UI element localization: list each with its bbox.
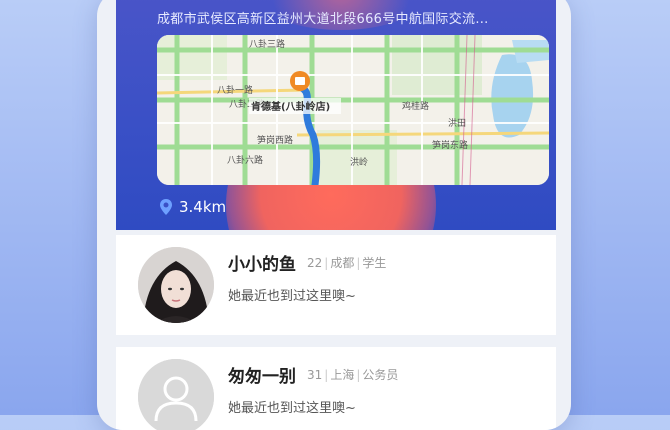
user-card[interactable]: 小小的鱼 22 | 成都 | 学生 她最近也到过这里噢~ bbox=[116, 235, 556, 335]
map-label: 洪田 bbox=[448, 117, 466, 129]
default-avatar-icon bbox=[138, 359, 214, 430]
location-pin-icon bbox=[160, 199, 172, 215]
map-canvas: 八卦三路 八卦一路 八卦二路 笋岗西路 八卦六路 洪岭 鸡桂路 洪田 笋岗东路 … bbox=[157, 35, 549, 185]
user-meta: 31 | 上海 | 公务员 bbox=[307, 368, 399, 382]
user-meta: 22 | 成都 | 学生 bbox=[307, 256, 387, 270]
location-header: 成都市武侯区高新区益州大道北段666号中航国际交流... 八卦三路 八卦一路 八… bbox=[116, 0, 556, 230]
user-job: 公务员 bbox=[362, 368, 399, 382]
map-label: 八卦六路 bbox=[227, 154, 263, 166]
avatar[interactable] bbox=[138, 247, 214, 323]
user-name: 匆匆一别 bbox=[228, 367, 296, 387]
phone-screen: 成都市武侯区高新区益州大道北段666号中航国际交流... 八卦三路 八卦一路 八… bbox=[97, 0, 571, 430]
address-text: 成都市武侯区高新区益州大道北段666号中航国际交流... bbox=[157, 12, 489, 27]
place-label[interactable]: 肯德基(八卦岭店) bbox=[251, 100, 330, 113]
user-name: 小小的鱼 bbox=[228, 255, 296, 275]
user-job: 学生 bbox=[362, 256, 387, 270]
avatar[interactable] bbox=[138, 359, 214, 430]
map-label: 八卦一路 bbox=[217, 84, 253, 96]
user-message: 她最近也到过这里噢~ bbox=[228, 289, 356, 304]
map-label: 八卦三路 bbox=[249, 38, 285, 50]
map-label: 洪岭 bbox=[350, 156, 368, 168]
user-photo bbox=[138, 247, 214, 323]
map-label: 笋岗东路 bbox=[432, 139, 468, 151]
distance-text: 3.4km bbox=[179, 198, 227, 216]
user-city: 上海 bbox=[330, 368, 355, 382]
map-label: 笋岗西路 bbox=[257, 134, 293, 146]
user-card[interactable]: 匆匆一别 31 | 上海 | 公务员 她最近也到过这里噢~ bbox=[116, 347, 556, 430]
user-age: 31 bbox=[307, 368, 323, 382]
distance-row: 3.4km bbox=[159, 198, 226, 216]
user-city: 成都 bbox=[330, 256, 355, 270]
user-message: 她最近也到过这里噢~ bbox=[228, 401, 356, 416]
map-view[interactable]: 八卦三路 八卦一路 八卦二路 笋岗西路 八卦六路 洪岭 鸡桂路 洪田 笋岗东路 … bbox=[157, 35, 549, 185]
user-age: 22 bbox=[307, 256, 323, 270]
map-label: 鸡桂路 bbox=[402, 100, 429, 112]
